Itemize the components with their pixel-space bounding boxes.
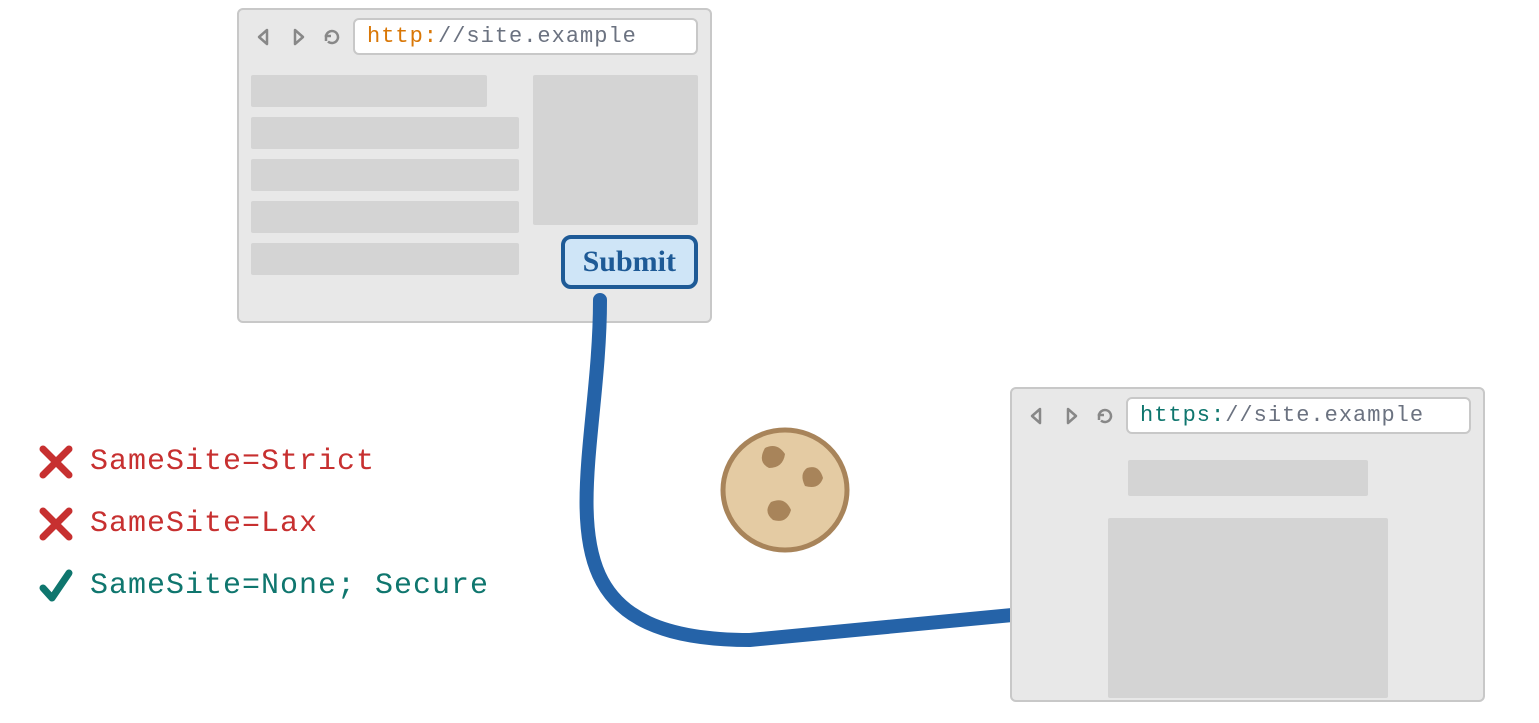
cross-icon	[38, 506, 74, 542]
browser-toolbar: http://site.example	[239, 10, 710, 63]
legend-label: SameSite=None; Secure	[90, 569, 489, 603]
samesite-legend: SameSite=Strict SameSite=Lax SameSite=No…	[38, 444, 489, 604]
content-line	[251, 201, 519, 233]
url-bar[interactable]: http://site.example	[353, 18, 698, 55]
back-icon[interactable]	[251, 24, 277, 50]
content-image	[1108, 518, 1388, 698]
legend-strict: SameSite=Strict	[38, 444, 489, 480]
url-scheme: http:	[367, 24, 438, 49]
target-browser: https://site.example	[1010, 387, 1485, 702]
cross-icon	[38, 444, 74, 480]
content-heading	[1128, 460, 1368, 496]
content-lines	[251, 75, 519, 289]
content-line	[251, 117, 519, 149]
reload-icon[interactable]	[1092, 403, 1118, 429]
content-sidebar: Submit	[533, 75, 698, 289]
page-content: Submit	[239, 63, 710, 301]
reload-icon[interactable]	[319, 24, 345, 50]
back-icon[interactable]	[1024, 403, 1050, 429]
url-bar[interactable]: https://site.example	[1126, 397, 1471, 434]
url-host: //site.example	[1225, 403, 1424, 428]
url-scheme: https:	[1140, 403, 1225, 428]
legend-label: SameSite=Lax	[90, 507, 318, 541]
url-host: //site.example	[438, 24, 637, 49]
source-browser: http://site.example Submit	[237, 8, 712, 323]
content-line	[251, 159, 519, 191]
legend-label: SameSite=Strict	[90, 445, 375, 479]
forward-icon[interactable]	[285, 24, 311, 50]
legend-none: SameSite=None; Secure	[38, 568, 489, 604]
page-content	[1012, 442, 1483, 710]
legend-lax: SameSite=Lax	[38, 506, 489, 542]
content-image	[533, 75, 698, 225]
browser-toolbar: https://site.example	[1012, 389, 1483, 442]
check-icon	[38, 568, 74, 604]
content-line	[251, 243, 519, 275]
submit-button[interactable]: Submit	[561, 235, 698, 289]
forward-icon[interactable]	[1058, 403, 1084, 429]
content-line	[251, 75, 487, 107]
cookie-icon	[715, 420, 855, 560]
